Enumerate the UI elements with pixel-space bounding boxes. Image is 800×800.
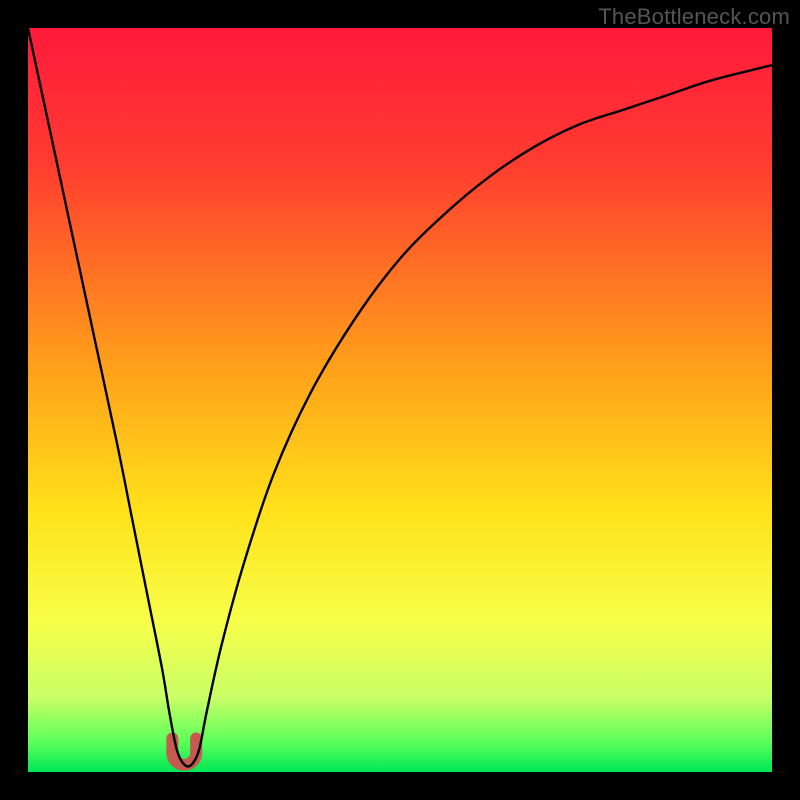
plot-area xyxy=(28,28,772,772)
bottleneck-curve xyxy=(28,28,772,772)
outer-black-frame: TheBottleneck.com xyxy=(0,0,800,800)
watermark-text: TheBottleneck.com xyxy=(598,4,790,30)
